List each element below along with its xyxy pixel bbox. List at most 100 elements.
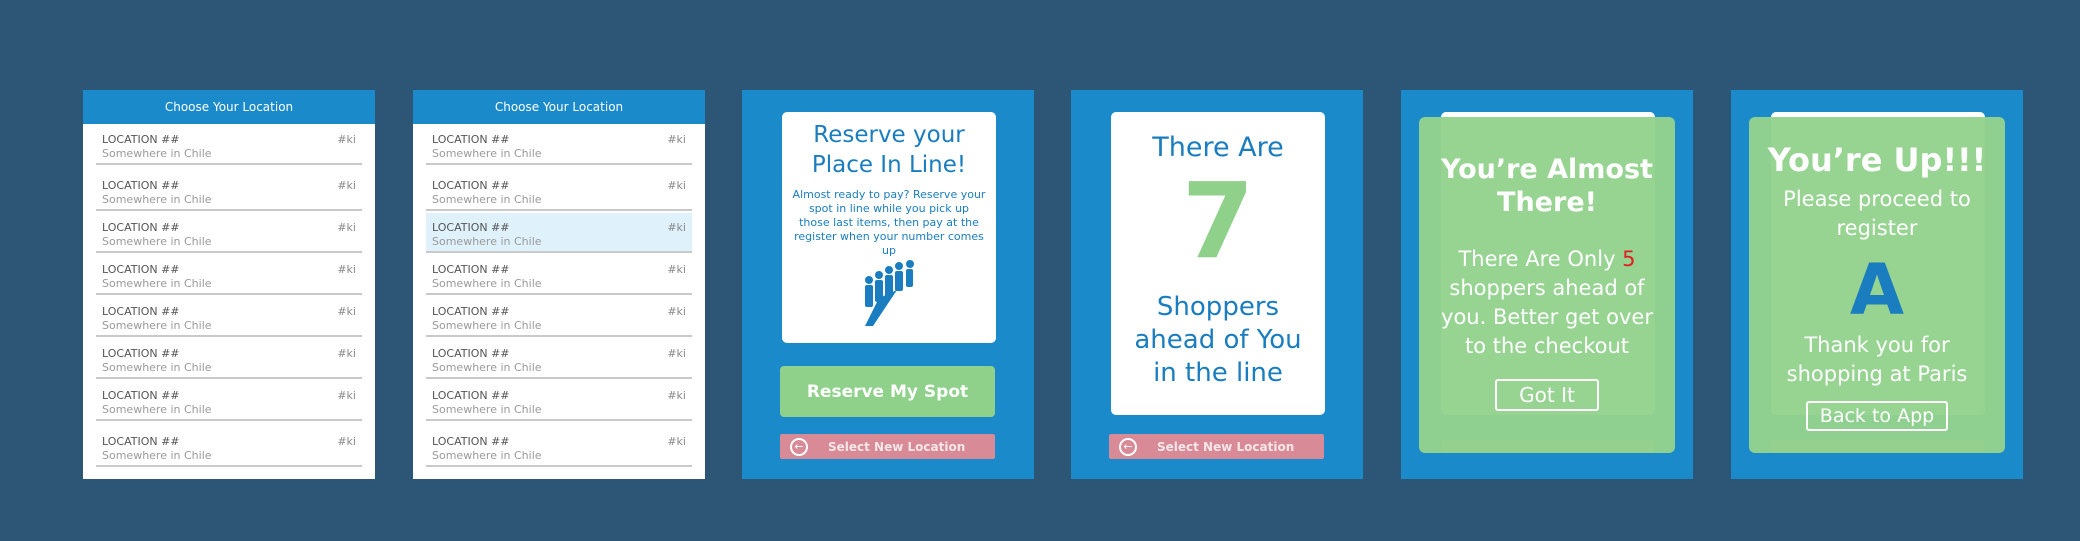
location-subtitle: Somewhere in Chile xyxy=(102,235,212,248)
select-new-location-label: Select New Location xyxy=(828,439,966,454)
almost-there-screen: You’re Almost There! There Are Only 5 sh… xyxy=(1401,90,1693,479)
location-name: LOCATION ## xyxy=(432,305,510,318)
title-line-1: You’re Almost xyxy=(1441,154,1653,185)
location-code: #ki xyxy=(337,389,356,402)
location-code: #ki xyxy=(667,347,686,360)
location-subtitle: Somewhere in Chile xyxy=(102,319,212,332)
back-arrow-icon: ← xyxy=(790,437,808,456)
location-list-screen-1: Choose Your Location LOCATION ## Somewher… xyxy=(83,90,375,479)
location-row[interactable]: LOCATION ## Somewhere in Chile #ki xyxy=(426,297,692,337)
location-subtitle: Somewhere in Chile xyxy=(432,193,542,206)
location-code: #ki xyxy=(337,133,356,146)
location-row[interactable]: LOCATION ## Somewhere in Chile #ki xyxy=(96,381,362,421)
title-line-2: There! xyxy=(1497,187,1597,218)
location-subtitle: Somewhere in Chile xyxy=(102,449,212,462)
location-name: LOCATION ## xyxy=(432,133,510,146)
location-name: LOCATION ## xyxy=(432,179,510,192)
location-subtitle: Somewhere in Chile xyxy=(102,361,212,374)
youre-up-modal: You’re Up!!! Please proceed to register … xyxy=(1749,117,2005,453)
location-code: #ki xyxy=(337,435,356,448)
location-name: LOCATION ## xyxy=(432,389,510,402)
shopper-count: 5 xyxy=(1622,247,1636,271)
select-new-location-button[interactable]: ← Select New Location xyxy=(780,434,995,459)
location-row[interactable]: LOCATION ## Somewhere in Chile #ki xyxy=(96,339,362,379)
location-row[interactable]: LOCATION ## Somewhere in Chile #ki xyxy=(96,171,362,211)
almost-there-title: You’re Almost There! xyxy=(1419,153,1675,219)
reserve-title: Reserve your Place In Line! xyxy=(782,120,996,180)
header-title: Choose Your Location xyxy=(494,100,624,114)
location-row[interactable]: LOCATION ## Somewhere in Chile #ki xyxy=(426,427,692,467)
location-subtitle: Somewhere in Chile xyxy=(102,403,212,416)
location-name: LOCATION ## xyxy=(432,435,510,448)
reserve-my-spot-button[interactable]: Reserve My Spot xyxy=(780,366,995,417)
location-row[interactable]: LOCATION ## Somewhere in Chile #ki xyxy=(96,213,362,253)
location-subtitle: Somewhere in Chile xyxy=(432,235,542,248)
count-card: There Are 7 Shoppers ahead of You in the… xyxy=(1111,112,1325,415)
location-code: #ki xyxy=(667,389,686,402)
location-code: #ki xyxy=(337,221,356,234)
list-header: Choose Your Location xyxy=(83,90,375,124)
location-code: #ki xyxy=(667,305,686,318)
count-screen: There Are 7 Shoppers ahead of You in the… xyxy=(1071,90,1363,479)
location-code: #ki xyxy=(667,133,686,146)
location-code: #ki xyxy=(337,263,356,276)
location-row[interactable]: LOCATION ## Somewhere in Chile #ki xyxy=(96,255,362,295)
location-name: LOCATION ## xyxy=(102,179,180,192)
location-name: LOCATION ## xyxy=(432,221,510,234)
location-name: LOCATION ## xyxy=(102,435,180,448)
location-subtitle: Somewhere in Chile xyxy=(432,403,542,416)
shopper-count: 7 xyxy=(1181,160,1255,282)
message-prefix: There Are Only xyxy=(1458,247,1623,271)
location-name: LOCATION ## xyxy=(432,263,510,276)
location-code: #ki xyxy=(337,305,356,318)
location-subtitle: Somewhere in Chile xyxy=(432,319,542,332)
line-shoppers: Shoppers xyxy=(1156,292,1280,322)
message-suffix: shoppers ahead of you. Better get over t… xyxy=(1441,276,1653,358)
location-subtitle: Somewhere in Chile xyxy=(432,147,542,160)
location-code: #ki xyxy=(667,179,686,192)
thank-you-message: Thank you for shopping at Paris xyxy=(1786,333,1968,386)
location-subtitle: Somewhere in Chile xyxy=(432,361,542,374)
proceed-message: Please proceed to register xyxy=(1783,187,1971,240)
line-in-line: in the line xyxy=(1153,358,1283,388)
location-code: #ki xyxy=(337,179,356,192)
location-name: LOCATION ## xyxy=(102,133,180,146)
queue-people-icon xyxy=(865,260,914,326)
location-name: LOCATION ## xyxy=(102,221,180,234)
location-row[interactable]: LOCATION ## Somewhere in Chile #ki xyxy=(426,171,692,211)
almost-there-message: There Are Only 5 shoppers ahead of you. … xyxy=(1435,245,1659,361)
location-row[interactable]: LOCATION ## Somewhere in Chile #ki xyxy=(426,381,692,421)
location-code: #ki xyxy=(667,435,686,448)
location-row[interactable]: LOCATION ## Somewhere in Chile #ki xyxy=(426,125,692,165)
select-new-location-button[interactable]: ← Select New Location xyxy=(1109,434,1324,459)
title-line-1: Reserve your xyxy=(813,122,965,148)
youre-up-title: You’re Up!!! xyxy=(1767,141,1987,179)
reserve-screen: Reserve your Place In Line! Almost ready… xyxy=(742,90,1034,479)
location-row[interactable]: LOCATION ## Somewhere in Chile #ki xyxy=(426,255,692,295)
location-row[interactable]: LOCATION ## Somewhere in Chile #ki xyxy=(96,125,362,165)
location-name: LOCATION ## xyxy=(102,389,180,402)
location-name: LOCATION ## xyxy=(102,263,180,276)
location-code: #ki xyxy=(337,347,356,360)
got-it-button[interactable]: Got It xyxy=(1495,379,1599,411)
register-letter: A xyxy=(1849,249,1905,331)
back-to-app-button[interactable]: Back to App xyxy=(1805,401,1949,431)
location-name: LOCATION ## xyxy=(102,347,180,360)
youre-up-screen: You’re Up!!! Please proceed to register … xyxy=(1731,90,2023,479)
select-new-location-label: Select New Location xyxy=(1157,439,1295,454)
location-subtitle: Somewhere in Chile xyxy=(432,277,542,290)
location-row[interactable]: LOCATION ## Somewhere in Chile #ki xyxy=(96,427,362,467)
location-row[interactable]: LOCATION ## Somewhere in Chile #ki xyxy=(426,339,692,379)
location-code: #ki xyxy=(667,263,686,276)
location-row[interactable]: LOCATION ## Somewhere in Chile #ki xyxy=(96,297,362,337)
there-are-label: There Are xyxy=(1152,132,1284,163)
line-ahead: ahead of You xyxy=(1134,325,1302,355)
location-subtitle: Somewhere in Chile xyxy=(102,277,212,290)
location-name: LOCATION ## xyxy=(102,305,180,318)
location-row[interactable]: LOCATION ## Somewhere in Chile #ki xyxy=(426,213,692,253)
back-arrow-icon: ← xyxy=(1119,437,1137,456)
location-name: LOCATION ## xyxy=(432,347,510,360)
reserve-card: Reserve your Place In Line! Almost ready… xyxy=(782,112,996,343)
list-header: Choose Your Location xyxy=(413,90,705,124)
location-subtitle: Somewhere in Chile xyxy=(102,193,212,206)
